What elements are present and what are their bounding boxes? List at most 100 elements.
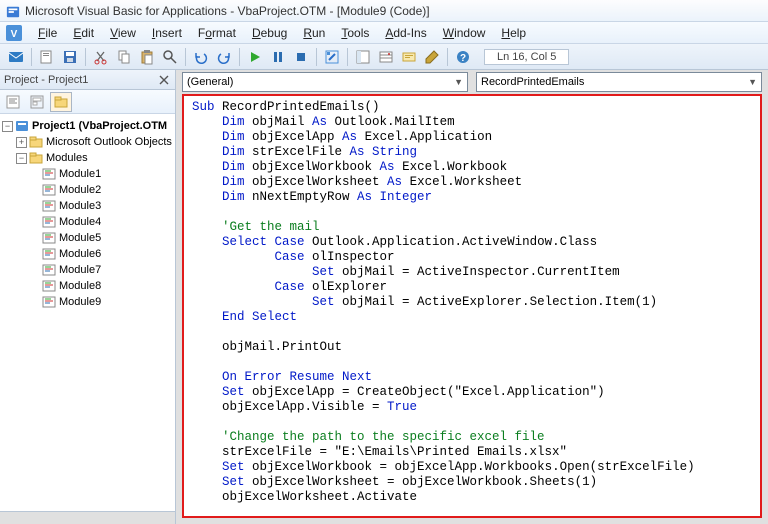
separator bbox=[347, 48, 348, 66]
procedure-dropdown[interactable]: RecordPrintedEmails ▼ bbox=[476, 72, 762, 92]
cursor-position: Ln 16, Col 5 bbox=[484, 49, 569, 65]
separator bbox=[31, 48, 32, 66]
project-tree[interactable]: − Project1 (VbaProject.OTM + Microsoft O… bbox=[0, 114, 175, 511]
project-explorer-toolbar bbox=[0, 90, 175, 114]
module-icon bbox=[42, 168, 56, 180]
separator bbox=[239, 48, 240, 66]
copy-icon[interactable] bbox=[114, 47, 134, 67]
tree-module-label: Module2 bbox=[59, 184, 101, 196]
module-icon bbox=[42, 280, 56, 292]
project-explorer-header: Project - Project1 bbox=[0, 70, 175, 90]
expand-icon[interactable]: + bbox=[16, 137, 27, 148]
menu-view[interactable]: View bbox=[102, 24, 144, 42]
tree-module[interactable]: Module3 bbox=[2, 198, 173, 214]
tree-module[interactable]: Module5 bbox=[2, 230, 173, 246]
project-explorer-icon[interactable] bbox=[353, 47, 373, 67]
module-icon bbox=[42, 296, 56, 308]
module-icon bbox=[42, 200, 56, 212]
menu-addins[interactable]: Add-Ins bbox=[377, 24, 434, 42]
view-outlook-icon[interactable] bbox=[6, 47, 26, 67]
code-editor[interactable]: Sub RecordPrintedEmails() Dim objMail As… bbox=[182, 94, 762, 518]
tree-module[interactable]: Module1 bbox=[2, 166, 173, 182]
panel-gap bbox=[0, 511, 175, 524]
menu-file[interactable]: File bbox=[30, 24, 65, 42]
folder-icon bbox=[29, 152, 43, 164]
object-dropdown[interactable]: (General) ▼ bbox=[182, 72, 468, 92]
cut-icon[interactable] bbox=[91, 47, 111, 67]
menu-format[interactable]: Format bbox=[190, 24, 244, 42]
vb-icon: V bbox=[6, 25, 22, 41]
menu-tools[interactable]: Tools bbox=[333, 24, 377, 42]
svg-text:?: ? bbox=[460, 53, 466, 64]
separator bbox=[447, 48, 448, 66]
close-icon[interactable] bbox=[157, 73, 171, 87]
find-icon[interactable] bbox=[160, 47, 180, 67]
save-icon[interactable] bbox=[60, 47, 80, 67]
collapse-icon[interactable]: − bbox=[2, 121, 13, 132]
separator bbox=[185, 48, 186, 66]
module-icon bbox=[42, 216, 56, 228]
view-object-icon[interactable] bbox=[26, 92, 48, 112]
menu-debug[interactable]: Debug bbox=[244, 24, 295, 42]
app-icon bbox=[6, 4, 20, 18]
folder-icon bbox=[29, 136, 43, 148]
tree-module-label: Module4 bbox=[59, 216, 101, 228]
object-dropdown-value: (General) bbox=[187, 76, 233, 88]
module-icon bbox=[42, 248, 56, 260]
tree-module-label: Module6 bbox=[59, 248, 101, 260]
redo-icon[interactable] bbox=[214, 47, 234, 67]
menu-insert[interactable]: Insert bbox=[144, 24, 190, 42]
chevron-down-icon: ▼ bbox=[748, 77, 757, 87]
undo-icon[interactable] bbox=[191, 47, 211, 67]
menu-help[interactable]: Help bbox=[493, 24, 534, 42]
tree-module[interactable]: Module9 bbox=[2, 294, 173, 310]
insert-module-icon[interactable] bbox=[37, 47, 57, 67]
title-text: Microsoft Visual Basic for Applications … bbox=[25, 0, 430, 22]
menu-window[interactable]: Window bbox=[435, 24, 494, 42]
tree-module-label: Module7 bbox=[59, 264, 101, 276]
tree-module[interactable]: Module6 bbox=[2, 246, 173, 262]
collapse-icon[interactable]: − bbox=[16, 153, 27, 164]
reset-icon[interactable] bbox=[291, 47, 311, 67]
procedure-dropdown-value: RecordPrintedEmails bbox=[481, 76, 584, 88]
help-icon[interactable]: ? bbox=[453, 47, 473, 67]
separator bbox=[85, 48, 86, 66]
properties-icon[interactable] bbox=[376, 47, 396, 67]
tree-module-label: Module5 bbox=[59, 232, 101, 244]
chevron-down-icon: ▼ bbox=[454, 77, 463, 87]
view-code-icon[interactable] bbox=[2, 92, 24, 112]
tree-module-label: Module9 bbox=[59, 296, 101, 308]
module-icon bbox=[42, 232, 56, 244]
object-browser-icon[interactable] bbox=[399, 47, 419, 67]
tree-module[interactable]: Module2 bbox=[2, 182, 173, 198]
tree-folder-modules[interactable]: − Modules bbox=[2, 150, 173, 166]
run-icon[interactable] bbox=[245, 47, 265, 67]
menu-edit[interactable]: Edit bbox=[65, 24, 102, 42]
tree-module[interactable]: Module4 bbox=[2, 214, 173, 230]
tree-module-label: Module8 bbox=[59, 280, 101, 292]
break-icon[interactable] bbox=[268, 47, 288, 67]
project-explorer-title: Project - Project1 bbox=[4, 74, 88, 86]
tree-module-label: Module1 bbox=[59, 168, 101, 180]
code-text[interactable]: Sub RecordPrintedEmails() Dim objMail As… bbox=[184, 96, 760, 509]
separator bbox=[316, 48, 317, 66]
toggle-folders-icon[interactable] bbox=[50, 92, 72, 112]
tree-module[interactable]: Module8 bbox=[2, 278, 173, 294]
tree-folder-outlook[interactable]: + Microsoft Outlook Objects bbox=[2, 134, 173, 150]
tree-module[interactable]: Module7 bbox=[2, 262, 173, 278]
tree-root-label: Project1 (VbaProject.OTM bbox=[32, 120, 167, 132]
tree-module-label: Module3 bbox=[59, 200, 101, 212]
paste-icon[interactable] bbox=[137, 47, 157, 67]
toolbox-icon[interactable] bbox=[422, 47, 442, 67]
project-icon bbox=[15, 120, 29, 132]
tree-root[interactable]: − Project1 (VbaProject.OTM bbox=[2, 118, 173, 134]
tree-folder-label: Modules bbox=[46, 152, 88, 164]
svg-text:V: V bbox=[11, 29, 18, 40]
tree-folder-label: Microsoft Outlook Objects bbox=[46, 136, 172, 148]
title-bar: Microsoft Visual Basic for Applications … bbox=[0, 0, 768, 22]
module-icon bbox=[42, 184, 56, 196]
design-mode-icon[interactable] bbox=[322, 47, 342, 67]
module-icon bbox=[42, 264, 56, 276]
toolbar: ? Ln 16, Col 5 bbox=[0, 44, 768, 70]
menu-run[interactable]: Run bbox=[295, 24, 333, 42]
